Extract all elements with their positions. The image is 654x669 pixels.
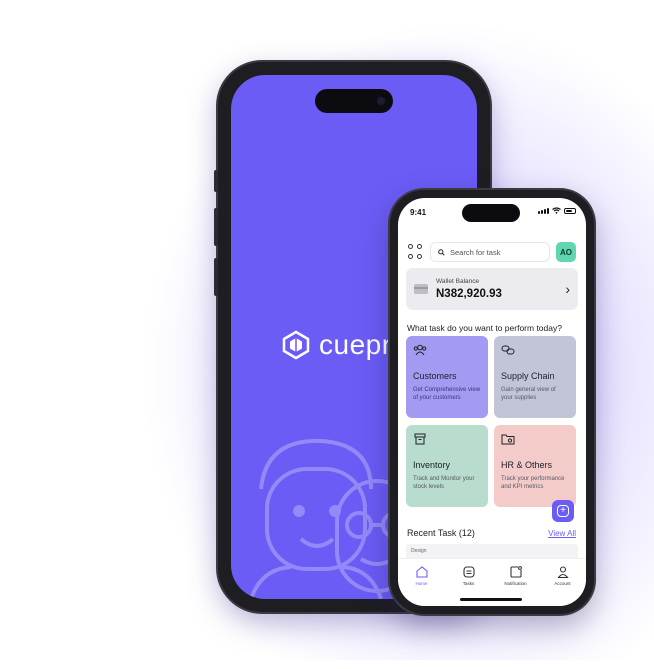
section-question: What task do you want to perform today? bbox=[407, 323, 562, 333]
task-cards: Customers Get Comprehensive view of your… bbox=[406, 336, 578, 507]
logo-icon bbox=[282, 330, 310, 360]
task-tag: Design bbox=[411, 548, 427, 554]
top-bar: Search for task AO bbox=[408, 242, 576, 262]
search-icon bbox=[438, 248, 445, 256]
card-description: Get Comprehensive view of your customers bbox=[413, 387, 481, 401]
notification-icon bbox=[509, 566, 522, 578]
chevron-right-icon[interactable]: › bbox=[565, 281, 570, 297]
recent-tasks-header: Recent Task (12) View All bbox=[407, 528, 576, 538]
link-icon bbox=[501, 345, 515, 355]
credit-card-icon bbox=[414, 284, 428, 294]
tab-label: Tasks bbox=[462, 581, 475, 586]
card-hr-others[interactable]: HR & Others Track your performance and K… bbox=[494, 425, 576, 507]
battery-icon bbox=[564, 207, 576, 214]
wallet-label: Wallet Balance bbox=[436, 278, 480, 285]
signal-icon bbox=[538, 207, 549, 214]
card-title: Inventory bbox=[413, 460, 451, 470]
side-button bbox=[214, 258, 218, 296]
tab-label: Home bbox=[415, 581, 428, 586]
add-task-button[interactable]: + bbox=[552, 500, 574, 522]
account-icon bbox=[556, 566, 569, 579]
side-button bbox=[214, 170, 218, 192]
view-all-link[interactable]: View All bbox=[548, 529, 576, 538]
plus-icon: + bbox=[557, 505, 569, 517]
card-supply-chain[interactable]: Supply Chain Gain general view of your s… bbox=[494, 336, 576, 418]
avatar[interactable]: AO bbox=[556, 242, 576, 262]
tasks-icon bbox=[462, 566, 475, 578]
dynamic-island bbox=[315, 89, 393, 113]
archive-icon bbox=[414, 433, 426, 445]
home-screen: 9:41 Search for task AO Wallet Balance N… bbox=[398, 198, 586, 606]
card-description: Gain general view of your supplies bbox=[501, 387, 556, 401]
search-input[interactable]: Search for task bbox=[430, 242, 550, 262]
card-description: Track your performance and KPI metrics bbox=[501, 476, 565, 490]
splash-logo: cuepr bbox=[281, 329, 392, 361]
home-indicator bbox=[460, 598, 522, 601]
folder-settings-icon bbox=[501, 434, 515, 445]
tab-account[interactable]: Account bbox=[543, 565, 583, 606]
tab-label: Notification bbox=[504, 581, 527, 586]
tab-home[interactable]: Home bbox=[402, 565, 442, 606]
home-phone: 9:41 Search for task AO Wallet Balance N… bbox=[390, 190, 594, 614]
tab-label: Account bbox=[554, 581, 571, 586]
card-inventory[interactable]: Inventory Track and Monitor your stock l… bbox=[406, 425, 488, 507]
card-title: Supply Chain bbox=[501, 371, 555, 381]
recent-tasks-title: Recent Task (12) bbox=[407, 528, 475, 538]
wifi-icon bbox=[552, 207, 561, 214]
bottom-tab-bar: Home Tasks Notification Account bbox=[398, 558, 586, 606]
wallet-card[interactable]: Wallet Balance N382,920.93 › bbox=[406, 268, 578, 310]
status-icons bbox=[538, 207, 576, 214]
card-title: Customers bbox=[413, 371, 457, 381]
home-icon bbox=[415, 566, 428, 578]
side-button bbox=[214, 208, 218, 246]
users-icon bbox=[413, 344, 427, 356]
menu-grid-icon[interactable] bbox=[408, 244, 424, 260]
search-placeholder: Search for task bbox=[450, 247, 501, 257]
dynamic-island bbox=[462, 204, 520, 222]
card-customers[interactable]: Customers Get Comprehensive view of your… bbox=[406, 336, 488, 418]
card-description: Track and Monitor your stock levels bbox=[413, 476, 475, 490]
card-title: HR & Others bbox=[501, 460, 553, 470]
status-time: 9:41 bbox=[410, 208, 427, 217]
brand-name: cuepr bbox=[319, 329, 392, 360]
recent-task-item[interactable]: Design bbox=[406, 544, 578, 558]
wallet-amount: N382,920.93 bbox=[436, 288, 502, 300]
